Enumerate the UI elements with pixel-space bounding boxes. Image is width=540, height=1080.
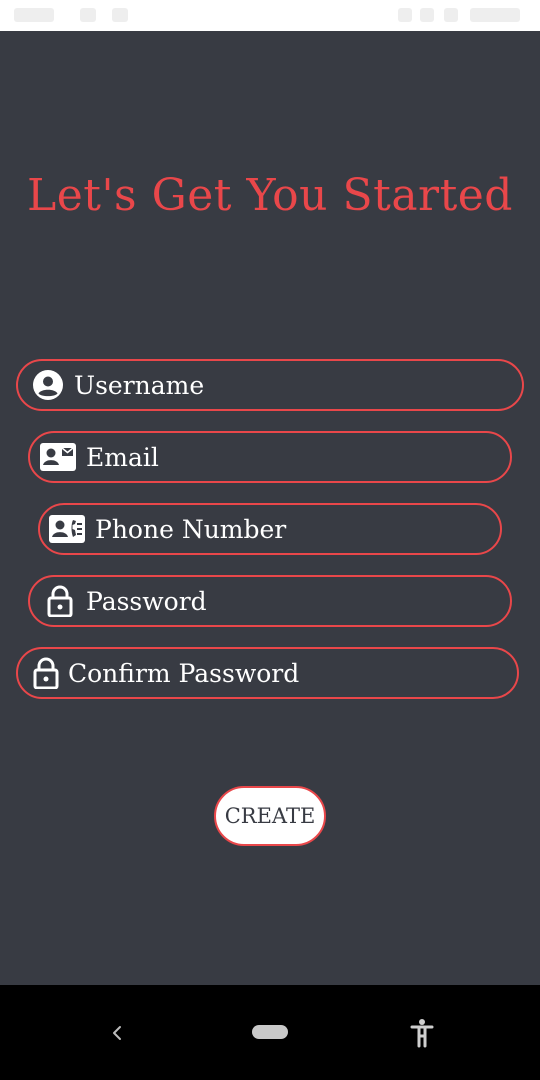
username-placeholder: Username xyxy=(74,370,205,400)
status-time xyxy=(14,8,54,22)
signal-icon xyxy=(420,8,434,22)
email-placeholder: Email xyxy=(86,442,159,472)
lock-icon xyxy=(28,656,64,690)
confirm-password-placeholder: Confirm Password xyxy=(68,658,300,688)
account-circle-icon xyxy=(30,368,66,402)
confirm-password-field[interactable]: Confirm Password xyxy=(16,647,519,699)
password-field[interactable]: Password xyxy=(28,575,512,627)
status-notification-icon xyxy=(112,8,128,22)
email-field[interactable]: Email xyxy=(28,431,512,483)
phone-number-field[interactable]: Phone Number xyxy=(38,503,502,555)
create-button[interactable]: CREATE xyxy=(214,786,326,846)
status-notification-icon xyxy=(80,8,96,22)
contact-phone-icon xyxy=(49,512,85,546)
contact-mail-icon xyxy=(40,440,76,474)
password-placeholder: Password xyxy=(86,586,207,616)
page-title: Let's Get You Started xyxy=(27,170,513,221)
signal-icon xyxy=(444,8,458,22)
accessibility-icon[interactable] xyxy=(408,1018,436,1048)
username-field[interactable]: Username xyxy=(16,359,524,411)
phone-number-placeholder: Phone Number xyxy=(95,514,287,544)
status-bar xyxy=(0,0,540,31)
lock-icon xyxy=(42,584,78,618)
battery-icon xyxy=(470,8,520,22)
home-pill-icon[interactable] xyxy=(252,1025,288,1039)
back-icon[interactable] xyxy=(104,1020,130,1046)
wifi-icon xyxy=(398,8,412,22)
